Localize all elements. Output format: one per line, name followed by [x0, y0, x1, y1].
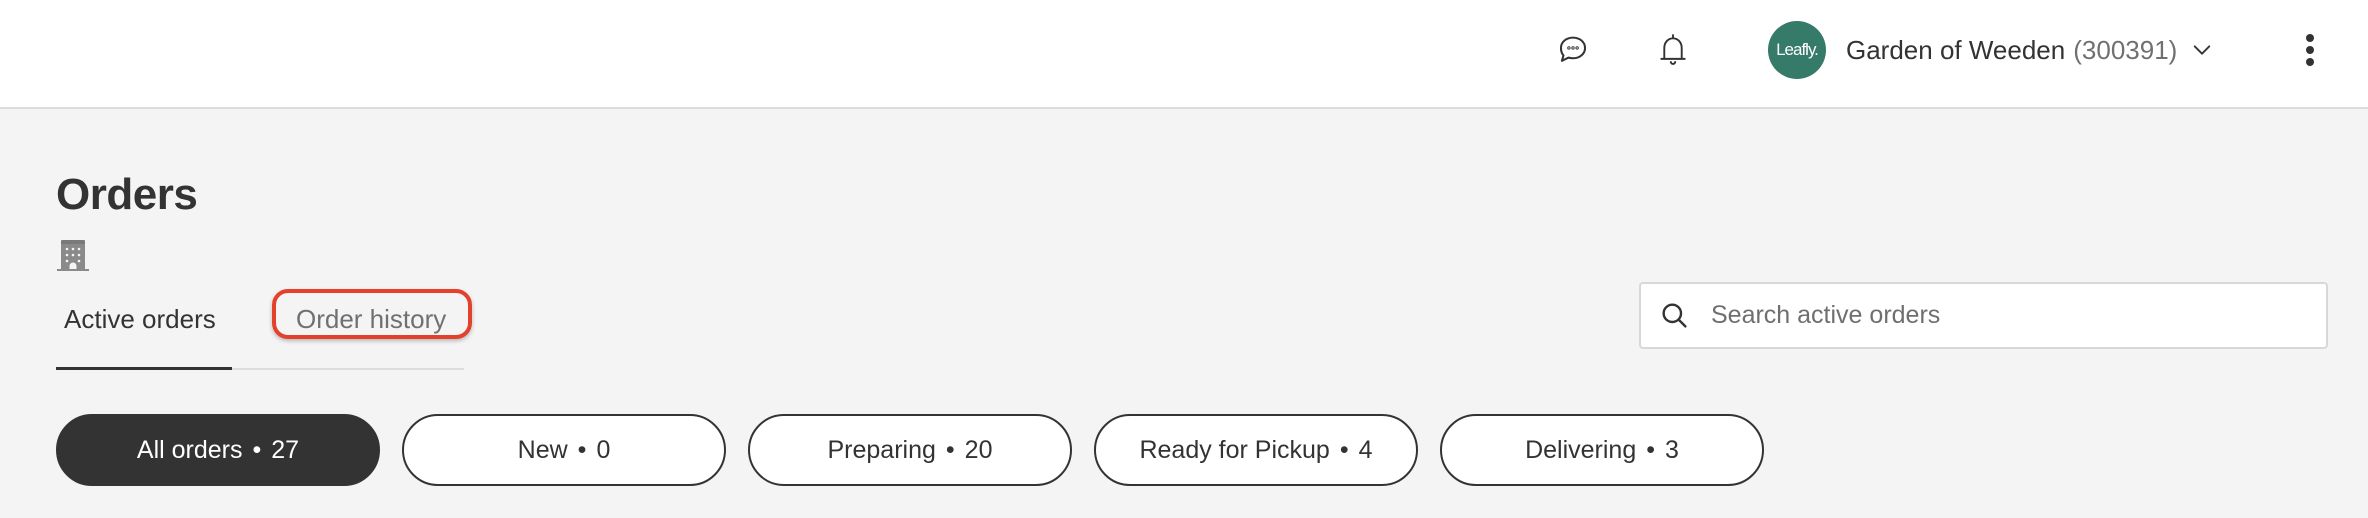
- filter-delivering[interactable]: Delivering • 3: [1440, 414, 1764, 486]
- chat-bubble-ellipsis-icon: [1559, 36, 1587, 62]
- filter-count: 27: [271, 435, 300, 464]
- filter-label: Delivering: [1525, 435, 1637, 464]
- leafly-logo: Leafly.: [1776, 40, 1819, 59]
- filter-count: 3: [1665, 435, 1679, 464]
- active-tab-indicator: [56, 367, 232, 370]
- filter-count: 0: [596, 435, 611, 464]
- separator: •: [945, 435, 955, 464]
- filter-label: Ready for Pickup: [1139, 435, 1330, 464]
- tab-order-history[interactable]: Order history: [296, 304, 446, 335]
- filter-ready-for-pickup[interactable]: Ready for Pickup • 4: [1094, 414, 1418, 486]
- store-avatar[interactable]: Leafly.: [1768, 21, 1826, 79]
- more-options-button[interactable]: [2296, 28, 2324, 72]
- search-input[interactable]: [1711, 301, 2311, 330]
- top-bar: Leafly. Garden of Weeden (300391): [0, 0, 2368, 109]
- tab-active-orders[interactable]: Active orders: [64, 304, 216, 335]
- order-tabs: Active orders Order history: [56, 286, 472, 372]
- filter-count: 20: [964, 435, 993, 464]
- bell-icon: [1660, 34, 1686, 65]
- page-title: Orders: [56, 170, 198, 219]
- separator: •: [252, 435, 262, 464]
- kebab-vertical-icon: [2306, 34, 2314, 66]
- separator: •: [1646, 435, 1656, 464]
- filter-new[interactable]: New • 0: [402, 414, 726, 486]
- filter-all-orders[interactable]: All orders • 27: [56, 414, 380, 486]
- status-filters: All orders • 27 New • 0 Preparing • 20 R…: [56, 414, 1764, 486]
- search-icon: [1662, 302, 1687, 328]
- store-selector[interactable]: Garden of Weeden (300391): [1846, 28, 2213, 72]
- search-box[interactable]: [1639, 282, 2328, 349]
- store-id: (300391): [2073, 34, 2178, 65]
- separator: •: [577, 435, 587, 464]
- messages-button[interactable]: [1553, 30, 1593, 70]
- store-name: Garden of Weeden: [1846, 34, 2066, 65]
- filter-label: Preparing: [827, 435, 936, 464]
- building-icon: [57, 240, 89, 271]
- filter-count: 4: [1358, 435, 1373, 464]
- notifications-button[interactable]: [1653, 30, 1693, 70]
- chevron-down-icon: [2194, 45, 2211, 55]
- filter-label: New: [517, 435, 568, 464]
- filter-label: All orders: [136, 435, 243, 464]
- separator: •: [1339, 435, 1349, 464]
- filter-preparing[interactable]: Preparing • 20: [748, 414, 1072, 486]
